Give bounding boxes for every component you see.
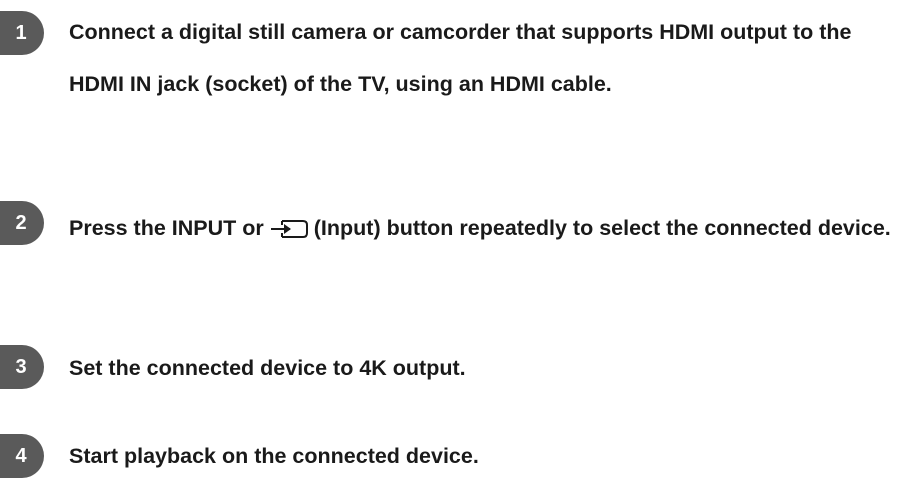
step-number-badge: 2 [0,201,44,245]
step-text: Set the connected device to 4K output. [69,356,466,380]
step-text-before-icon: Press the INPUT or [69,216,264,240]
step-number-badge: 3 [0,345,44,389]
input-icon [270,208,310,260]
step-number-badge: 4 [0,434,44,478]
step-text: Connect a digital still camera or camcor… [69,20,852,96]
step-number-badge: 1 [0,11,44,55]
step-text: Start playback on the connected device. [69,444,479,468]
step-text: Press the INPUT or (Input) button repeat… [69,202,899,260]
step-text-after-icon: (Input) button repeatedly to select the … [313,216,891,240]
